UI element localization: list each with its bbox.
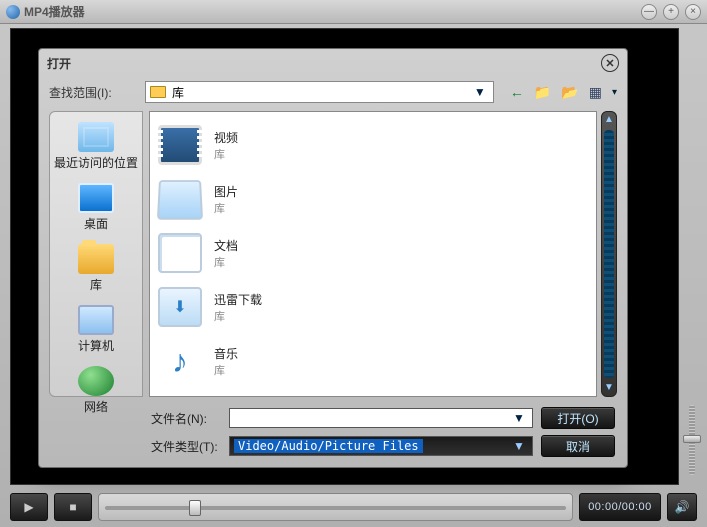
scroll-down-icon[interactable]: ▼: [602, 380, 616, 396]
play-button[interactable]: ▶: [10, 493, 48, 521]
places-bar: 最近访问的位置 桌面 库 计算机 网络: [49, 111, 143, 397]
nav-views-icon[interactable]: ▦: [589, 84, 602, 101]
scroll-up-icon[interactable]: ▲: [602, 112, 616, 128]
place-label: 最近访问的位置: [54, 154, 138, 171]
open-file-dialog: 打开 ✕ 查找范围(I): 库 ▼ ← 📁 📂 ▦ ▾ 最近访问的位置 桌面: [38, 48, 628, 468]
close-app-button[interactable]: ×: [685, 4, 701, 20]
list-item[interactable]: 文档 库: [158, 226, 588, 280]
mute-button[interactable]: 🔊: [667, 493, 697, 521]
lookin-value: 库: [172, 84, 465, 101]
place-desktop[interactable]: 桌面: [54, 179, 138, 236]
lookin-combo[interactable]: 库 ▼: [145, 81, 494, 103]
place-computer[interactable]: 计算机: [54, 301, 138, 358]
item-name: 图片: [214, 183, 238, 200]
filetype-label: 文件类型(T):: [151, 438, 221, 455]
seek-bar[interactable]: 8gMP4: [98, 493, 573, 521]
item-sub: 库: [214, 362, 238, 378]
folder-icon: [150, 86, 166, 98]
file-list[interactable]: 视频 库 图片 库 文档: [149, 111, 597, 397]
time-display: 00:00/00:00: [579, 493, 661, 521]
item-sub: 库: [214, 146, 238, 162]
filename-dropdown-icon[interactable]: ▼: [510, 411, 528, 425]
dialog-close-button[interactable]: ✕: [601, 54, 619, 72]
dialog-title: 打开: [47, 55, 71, 72]
item-sub: 库: [214, 308, 262, 324]
filename-label: 文件名(N):: [151, 410, 221, 427]
network-icon: [78, 366, 114, 396]
open-button[interactable]: 打开(O): [541, 407, 615, 429]
list-item[interactable]: 迅雷下载 库: [158, 280, 588, 334]
video-library-icon: [158, 125, 202, 165]
app-logo-icon: [6, 5, 20, 19]
app-title: MP4播放器: [24, 3, 85, 20]
desktop-icon: [78, 183, 114, 213]
item-sub: 库: [214, 254, 238, 270]
cancel-button[interactable]: 取消: [541, 435, 615, 457]
documents-library-icon: [158, 233, 202, 273]
list-item[interactable]: ♪ 音乐 库: [158, 334, 588, 388]
filetype-dropdown-icon[interactable]: ▼: [510, 439, 528, 453]
music-library-icon: ♪: [158, 341, 202, 381]
item-sub: 库: [214, 200, 238, 216]
place-libraries[interactable]: 库: [54, 240, 138, 297]
stop-button[interactable]: ■: [54, 493, 92, 521]
seek-thumb[interactable]: [189, 500, 201, 516]
item-name: 迅雷下载: [214, 291, 262, 308]
filename-input[interactable]: ▼: [229, 408, 533, 428]
filetype-value: Video/Audio/Picture Files: [234, 439, 423, 453]
volume-slider[interactable]: [683, 400, 701, 480]
place-label: 库: [90, 276, 102, 293]
volume-thumb[interactable]: [683, 435, 701, 443]
file-list-scrollbar[interactable]: ▲ ▼: [601, 111, 617, 397]
item-name: 音乐: [214, 345, 238, 362]
nav-up-icon[interactable]: 📁: [534, 84, 551, 101]
place-label: 计算机: [78, 337, 114, 354]
minimize-button[interactable]: —: [641, 4, 657, 20]
place-label: 桌面: [84, 215, 108, 232]
libraries-icon: [78, 244, 114, 274]
pictures-library-icon: [157, 180, 203, 220]
lookin-dropdown-icon[interactable]: ▼: [471, 84, 489, 100]
item-name: 视频: [214, 129, 238, 146]
computer-icon: [78, 305, 114, 335]
item-name: 文档: [214, 237, 238, 254]
list-item[interactable]: 视频 库: [158, 118, 588, 172]
recent-icon: [78, 122, 114, 152]
nav-views-dropdown-icon[interactable]: ▾: [612, 87, 617, 98]
maximize-button[interactable]: +: [663, 4, 679, 20]
downloads-library-icon: [158, 287, 202, 327]
list-item[interactable]: 图片 库: [158, 172, 588, 226]
scroll-thumb[interactable]: [604, 130, 614, 378]
filetype-combo[interactable]: Video/Audio/Picture Files ▼: [229, 436, 533, 456]
nav-back-icon[interactable]: ←: [510, 84, 524, 100]
nav-newfolder-icon[interactable]: 📂: [561, 84, 578, 101]
lookin-label: 查找范围(I):: [49, 84, 139, 101]
place-recent[interactable]: 最近访问的位置: [54, 118, 138, 175]
